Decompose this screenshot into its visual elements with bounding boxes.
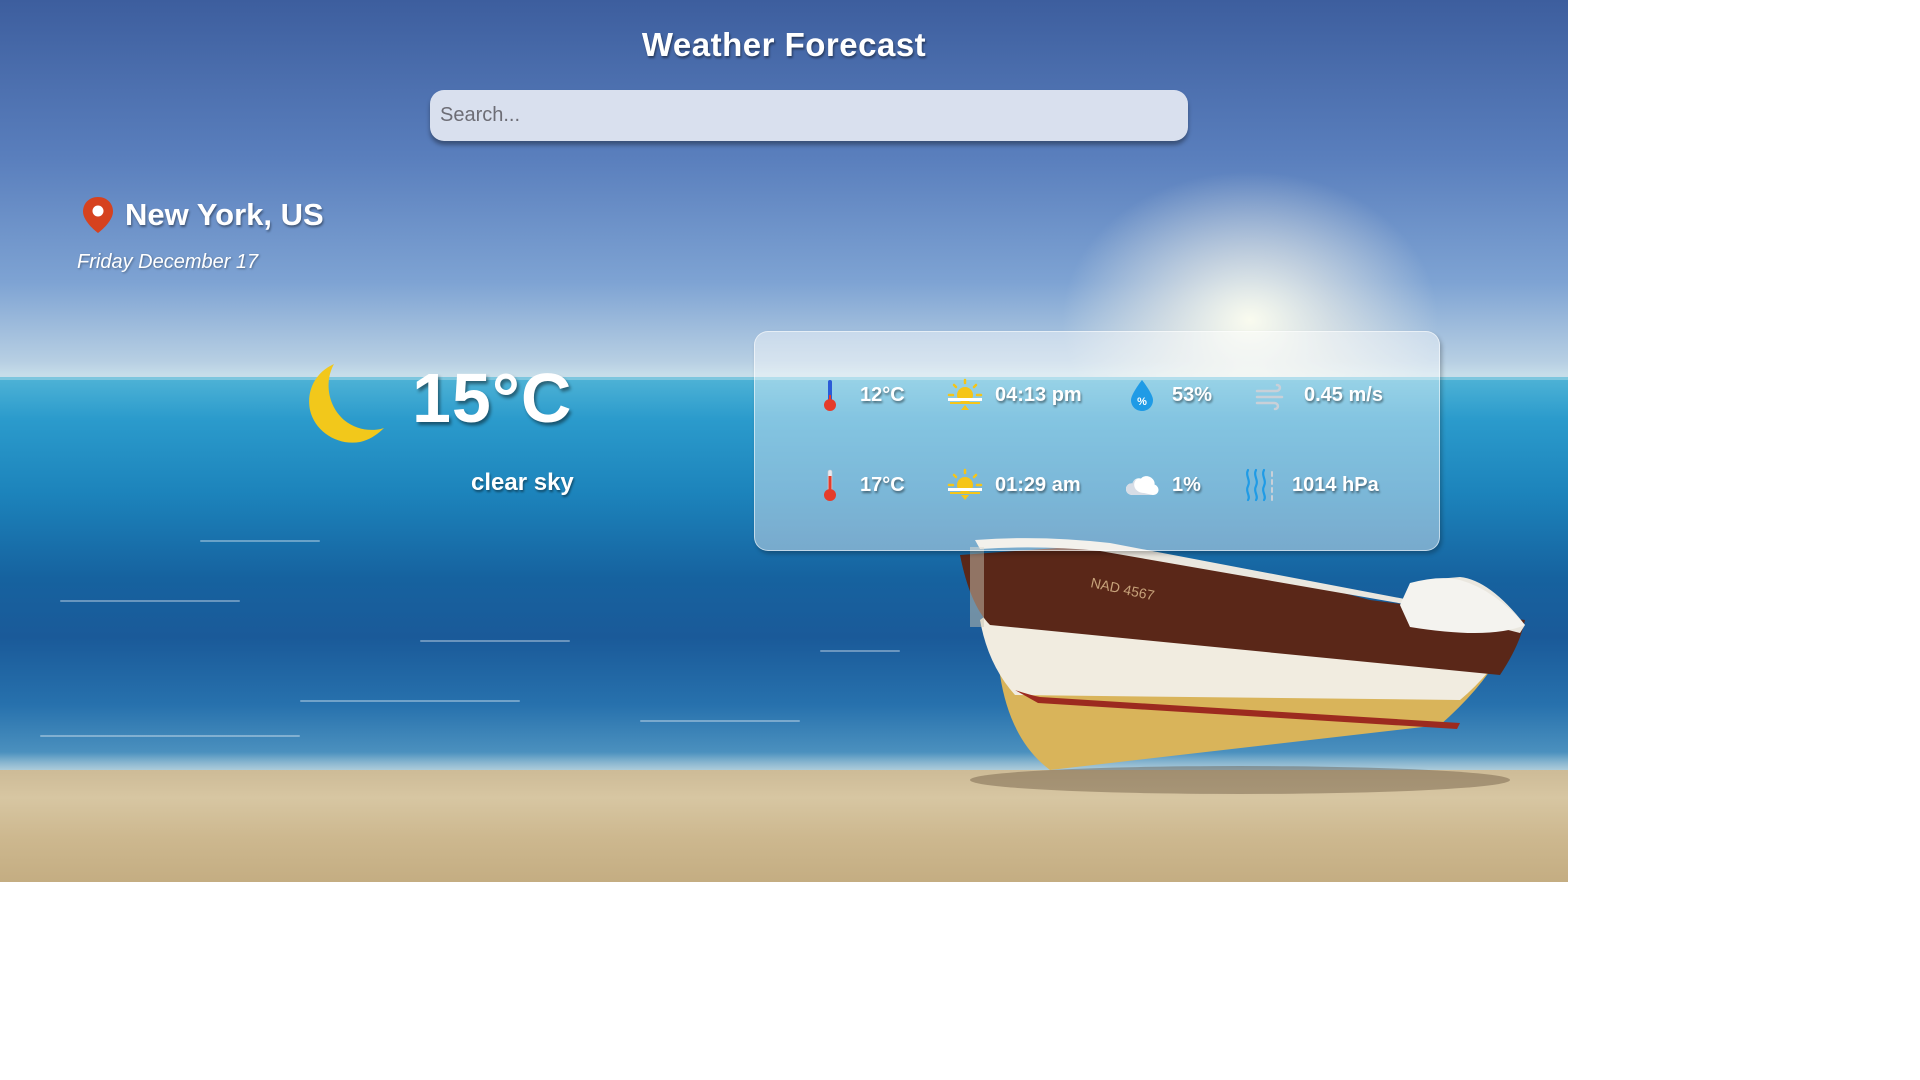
- cloudiness-stat: 1%: [1124, 465, 1201, 505]
- wind-stat: 0.45 m/s: [1254, 375, 1383, 415]
- sunrise-icon: [947, 378, 983, 410]
- max-temperature-stat: 17°C: [816, 465, 905, 505]
- weather-description: clear sky: [471, 469, 574, 496]
- svg-text:%: %: [1137, 396, 1147, 408]
- max-temperature-value: 17°C: [860, 473, 905, 496]
- boat-image: NAD 4567: [960, 538, 1525, 794]
- pressure-value: 1014 hPa: [1292, 473, 1379, 496]
- weather-details-panel: [754, 331, 1440, 551]
- thermometer-cold-icon: [824, 380, 836, 411]
- current-date: Friday December 17: [77, 251, 259, 273]
- wave: [300, 700, 520, 702]
- search-input[interactable]: [430, 90, 1188, 141]
- sunrise-value: 04:13 pm: [995, 383, 1082, 406]
- wave: [40, 735, 300, 737]
- wave: [200, 540, 320, 542]
- sunset-icon: [947, 468, 983, 500]
- sunrise-stat: 04:13 pm: [946, 375, 1082, 415]
- humidity-stat: % 53%: [1128, 375, 1212, 415]
- moon-icon: [309, 364, 384, 443]
- pressure-stat: 1014 hPa: [1242, 465, 1379, 505]
- weather-app: NAD 4567 Weather Forecast New York, US F…: [0, 0, 1568, 882]
- wave: [820, 650, 900, 652]
- min-temperature-value: 12°C: [860, 383, 905, 406]
- cloudiness-value: 1%: [1172, 473, 1201, 496]
- location-header: New York, US: [80, 195, 324, 235]
- sunset-value: 01:29 am: [995, 473, 1081, 496]
- cloud-icon: [1126, 476, 1159, 495]
- thermometer-hot-icon: [824, 469, 836, 501]
- current-temperature: 15°C: [412, 359, 573, 437]
- map-pin-icon: [83, 197, 113, 233]
- pressure-icon: [1246, 468, 1273, 502]
- humidity-icon: %: [1131, 380, 1153, 411]
- wave: [640, 720, 800, 722]
- min-temperature-stat: 12°C: [816, 375, 905, 415]
- wave: [420, 640, 570, 642]
- wave: [60, 600, 240, 602]
- wind-icon: [1255, 383, 1284, 411]
- wind-value: 0.45 m/s: [1304, 383, 1383, 406]
- page-title: Weather Forecast: [641, 26, 927, 63]
- city-name: New York, US: [125, 197, 324, 232]
- sunset-stat: 01:29 am: [946, 465, 1081, 505]
- humidity-value: 53%: [1172, 383, 1213, 406]
